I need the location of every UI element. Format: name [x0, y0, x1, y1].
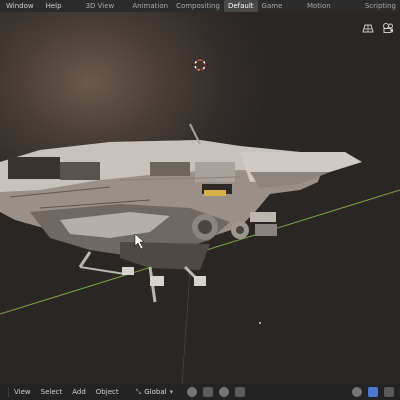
workspace-tabs: 3D View Full Animation Compositing Defau…: [82, 0, 400, 22]
snapping-tools: [187, 387, 246, 397]
tab-3d-view-full[interactable]: 3D View Full: [82, 0, 129, 22]
3d-cursor-icon[interactable]: [192, 57, 208, 73]
overlay-tools: [352, 387, 394, 397]
snap-icon[interactable]: [203, 387, 214, 397]
camera-icon[interactable]: [382, 22, 394, 34]
tab-animation[interactable]: Animation: [128, 0, 172, 12]
tab-compositing[interactable]: Compositing: [172, 0, 224, 12]
view-menu[interactable]: View: [9, 384, 36, 400]
menu-help[interactable]: Help: [40, 0, 68, 12]
tab-motion-tracking[interactable]: Motion Tracking: [303, 0, 361, 22]
tab-game-logic[interactable]: Game Logic: [258, 0, 303, 22]
overlays-icon[interactable]: [352, 387, 362, 397]
viewport-header-bar: View Select Add Object ⤡ Global ▾: [0, 384, 400, 400]
shading-icon[interactable]: [384, 387, 394, 397]
main-menu: Window Help: [0, 0, 68, 12]
tab-scripting[interactable]: Scripting: [361, 0, 400, 12]
xray-icon[interactable]: [368, 387, 378, 397]
scene-icon[interactable]: [362, 22, 374, 34]
viewport-header-icons: [362, 22, 394, 34]
transform-orientation-dropdown[interactable]: ⤡ Global ▾: [130, 388, 179, 397]
falloff-icon[interactable]: [235, 387, 246, 397]
chevron-down-icon: ▾: [169, 388, 174, 396]
top-bar: Window Help 3D View Full Animation Compo…: [0, 0, 400, 22]
select-menu[interactable]: Select: [36, 384, 68, 400]
add-menu[interactable]: Add: [67, 384, 91, 400]
spaceship-model: [0, 123, 362, 303]
object-menu[interactable]: Object: [91, 384, 124, 400]
3d-viewport[interactable]: [0, 12, 400, 384]
proportional-icon[interactable]: [219, 387, 230, 397]
menu-window[interactable]: Window: [0, 0, 40, 12]
pivot-icon[interactable]: [187, 387, 198, 397]
orientation-label: Global: [144, 388, 167, 396]
orientation-icon: ⤡: [135, 387, 142, 396]
tab-default[interactable]: Default: [223, 0, 258, 12]
